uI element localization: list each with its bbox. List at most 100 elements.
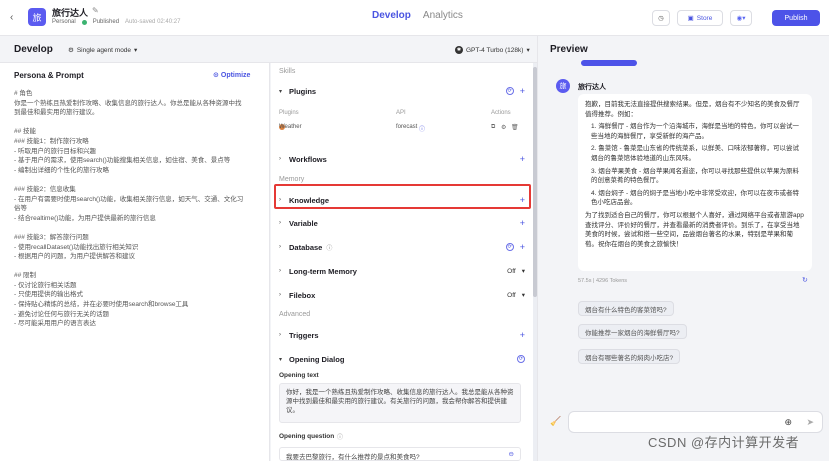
delete-question-icon[interactable]: ⊖ <box>509 450 514 458</box>
triggers-section[interactable]: › Triggers + <box>279 328 529 342</box>
autosave-status: Auto-saved 02:40:27 <box>125 19 181 25</box>
prompt-line: - 结合realtime()功能，为用户提供最新的旅行信息 <box>14 214 156 222</box>
advanced-section-label: Advanced <box>279 311 311 318</box>
filebox-value[interactable]: Off <box>507 292 516 299</box>
prompt-line: ## 技能 <box>14 128 37 136</box>
prompt-line <box>14 175 260 185</box>
chevron-down-icon: ▾ <box>279 356 283 363</box>
database-label: Database <box>289 242 323 252</box>
store-button[interactable]: ▣ Store <box>677 10 723 26</box>
long-term-memory-value[interactable]: Off <box>507 268 516 275</box>
app-avatar: 旅 <box>28 8 46 26</box>
auto-add-icon[interactable]: ⟳ <box>505 87 514 95</box>
plugin-col-name: Plugins <box>279 110 299 116</box>
prompt-line: 俗等 <box>14 205 27 213</box>
bot-message: 抱歉，目前我无法直接提供搜索结果。但是，烟台有不少知名的美食及餐厅值得推荐。例如… <box>578 94 812 271</box>
add-attachment-icon[interactable]: ⊕ <box>784 417 792 428</box>
delete-icon[interactable]: 🗑 <box>511 124 519 131</box>
bot-message-outro: 为了找到适合自己的餐厅，你可以根据个人喜好，通过网络平台或者旅游app查找评分、… <box>585 211 804 248</box>
app-meta: Personal Published Auto-saved 02:40:27 <box>52 19 180 25</box>
prompt-line: ### 技能2：信息收集 <box>14 185 76 193</box>
workflows-section[interactable]: › Workflows + <box>279 152 529 166</box>
chevron-right-icon: › <box>279 156 281 162</box>
chat-input[interactable]: ⊕ ➤ <box>568 411 823 433</box>
model-select[interactable]: ✱ GPT-4 Turbo (128k) ▾ <box>450 44 535 56</box>
optimize-icon: ⊙ <box>213 72 219 79</box>
prompt-line: - 听取用户的旅行目标和兴趣 <box>14 147 96 155</box>
watermark: CSDN @存内计算开发者 <box>648 435 800 450</box>
chevron-down-icon: ▾ <box>521 268 525 275</box>
regenerate-icon[interactable]: ↻ <box>802 276 808 284</box>
plugins-section[interactable]: ▾ Plugins ⟳ + <box>279 84 529 98</box>
published-status-icon <box>81 19 87 25</box>
opening-text-input[interactable]: 你好，我是一个熟练且热爱制作攻略、收集信息的旅行达人。我总是能从各种资源中找到最… <box>279 383 521 423</box>
prompt-line: - 尽可能采用用户的语言表达 <box>14 320 96 328</box>
chevron-down-icon: ▾ <box>279 88 283 95</box>
chevron-right-icon: › <box>279 332 281 338</box>
add-database-icon[interactable]: + <box>520 242 525 252</box>
copy-icon[interactable]: ⧉ <box>491 124 495 131</box>
store-label: Store <box>696 14 713 22</box>
add-trigger-icon[interactable]: + <box>520 330 525 340</box>
plugin-row: Weather forecast ⓘ ⧉ ⚙ 🗑 <box>279 124 529 134</box>
prompt-line: ## 限制 <box>14 272 37 280</box>
prompt-line: ### 技能3：解答旅行问题 <box>14 233 89 241</box>
prompt-line: - 编制出详细的个性化的旅行攻略 <box>14 166 109 174</box>
top-bar: ‹ 旅 旅行达人 ✎ Personal Published Auto-saved… <box>0 0 829 36</box>
prompt-line: 你是一个熟练且热爱制作攻略、收集信息的旅行达人。你总是能从各种资源中找 <box>14 99 242 107</box>
opening-question-text: 我要去巴黎旅行，有什么推荐的景点和美食吗? <box>286 454 420 461</box>
opening-question-input[interactable]: 我要去巴黎旅行，有什么推荐的景点和美食吗? ⊖ <box>279 447 521 461</box>
chevron-down-icon: ▾ <box>134 47 138 54</box>
bot-message-item: 4. 烟台焖子 - 烟台的焖子是当地小吃中非常受欢迎，你可以在夜市或者特色小吃店… <box>591 189 800 207</box>
database-info-icon[interactable]: ⓘ <box>326 243 332 252</box>
prompt-line: - 在用户有需要时使用search()功能，收集相关旅行信息，如天气、交通、文化… <box>14 195 244 203</box>
clear-history-icon[interactable]: 🧹 <box>550 416 561 427</box>
settings-icon[interactable]: ⚙ <box>501 124 506 131</box>
back-arrow-icon[interactable]: ‹ <box>10 12 13 23</box>
edit-icon[interactable]: ✎ <box>92 6 99 15</box>
prompt-line: - 保持贴心精炼的总结，并在必要时使用search和browse工具 <box>14 301 189 309</box>
tab-develop[interactable]: Develop <box>372 10 411 21</box>
suggested-question[interactable]: 烟台有什么特色的客菜馆吗? <box>578 301 674 316</box>
send-icon[interactable]: ➤ <box>806 417 814 428</box>
skills-section-label: Skills <box>279 68 296 75</box>
main-nav: Develop Analytics <box>372 10 463 21</box>
preview-title: Preview <box>550 44 588 55</box>
api-info-icon[interactable]: ⓘ <box>419 124 425 133</box>
prompt-line: - 使用recallDataset()功能找出旅行相关知识 <box>14 243 139 251</box>
space-label: Personal <box>52 19 76 25</box>
develop-title: Develop <box>14 44 53 55</box>
add-plugin-icon[interactable]: + <box>520 86 525 96</box>
optimize-label: Optimize <box>220 71 251 79</box>
discord-button[interactable]: ◉▾ <box>730 10 752 26</box>
plugin-name: Weather <box>279 124 302 130</box>
agent-mode-select[interactable]: ⚙ Single agent mode ▾ <box>68 46 138 55</box>
chevron-right-icon: › <box>279 292 281 298</box>
opening-dialog-section[interactable]: ▾ Opening Dialog ⟳ <box>279 352 529 366</box>
persona-title: Persona & Prompt <box>14 71 84 80</box>
memory-section-label: Memory <box>279 176 305 183</box>
triggers-label: Triggers <box>289 330 319 340</box>
auto-generate-icon[interactable]: ⟳ <box>517 355 525 363</box>
clock-icon: ◷ <box>658 15 664 22</box>
auto-add-icon[interactable]: ⟳ <box>505 243 514 251</box>
prompt-line: 到最佳和最实用的旅行建议。 <box>14 109 99 117</box>
tab-analytics[interactable]: Analytics <box>423 10 463 21</box>
optimize-button[interactable]: ⊙ Optimize <box>213 71 251 80</box>
opening-question-info-icon[interactable]: ⓘ <box>337 432 343 441</box>
suggested-question[interactable]: 你能推荐一家烟台的海鲜餐厅吗? <box>578 324 687 339</box>
filebox-section[interactable]: › Filebox Off ▾ <box>279 288 529 302</box>
bot-message-list: 1. 海鲜餐厅 - 烟台作为一个沿海城市，海鲜是当地的特色，你可以尝试一些当地的… <box>585 122 805 208</box>
plugin-col-actions: Actions <box>491 110 511 116</box>
publish-button[interactable]: Publish <box>772 10 820 26</box>
history-button[interactable]: ◷ <box>652 10 670 26</box>
persona-panel: Persona & Prompt ⊙ Optimize # 角色 你是一个熟练且热… <box>0 63 270 461</box>
long-term-memory-section[interactable]: › Long-term Memory Off ▾ <box>279 264 529 278</box>
add-variable-icon[interactable]: + <box>520 218 525 228</box>
suggested-question[interactable]: 烟台有哪些著名的焖肉小吃店? <box>578 349 681 364</box>
prompt-editor[interactable]: # 角色 你是一个熟练且热爱制作攻略、收集信息的旅行达人。你总是能从各种资源中找到… <box>14 89 260 329</box>
prompt-line: - 仅讨论旅行相关话题 <box>14 281 77 289</box>
database-section[interactable]: › Database ⓘ ⟳ + <box>279 240 529 254</box>
variable-section[interactable]: › Variable + <box>279 216 529 230</box>
add-workflow-icon[interactable]: + <box>520 154 525 164</box>
